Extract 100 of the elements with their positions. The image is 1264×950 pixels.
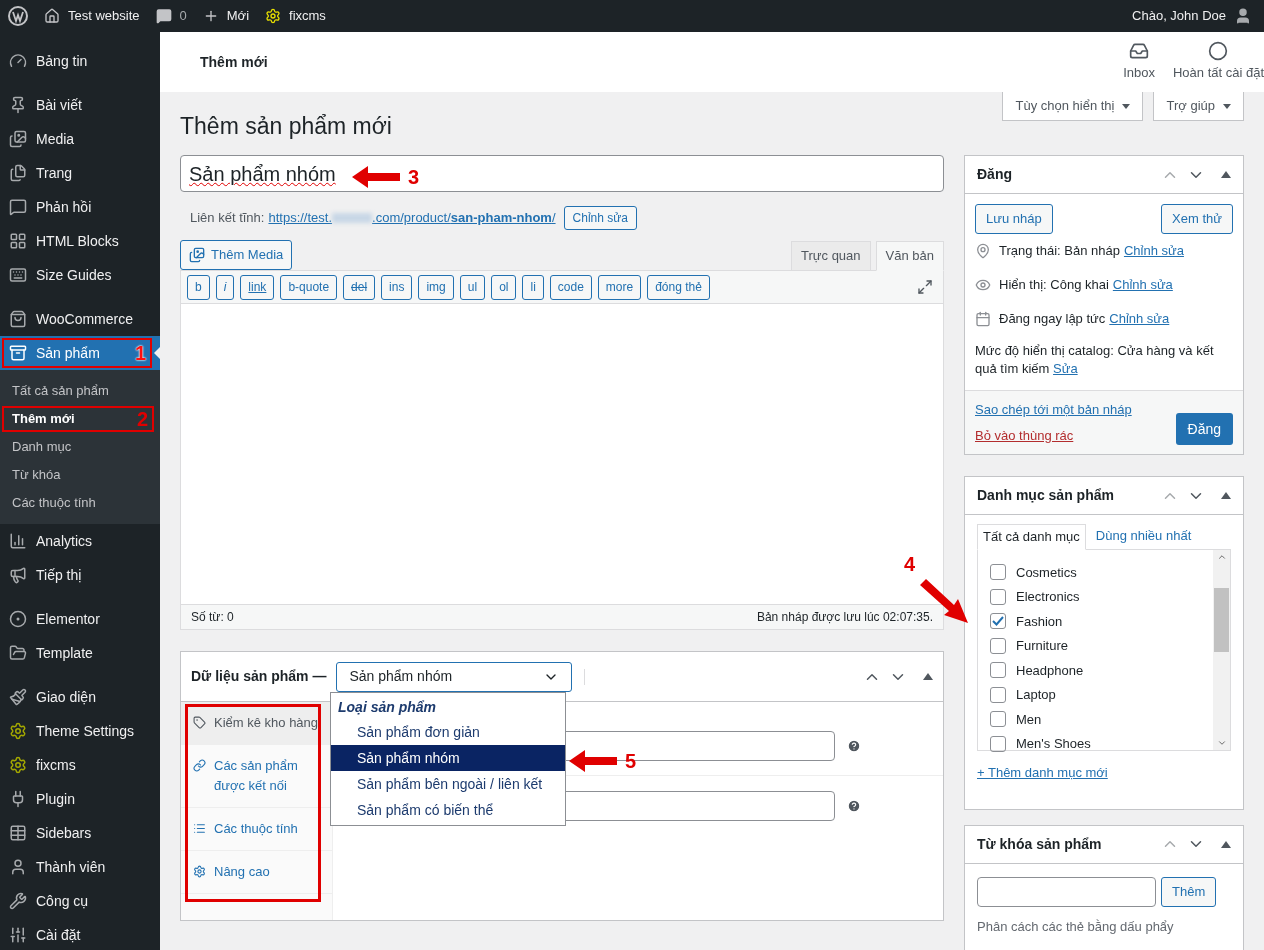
submenu-item[interactable]: Thêm mới 2	[0, 405, 160, 433]
copy-draft-link[interactable]: Sao chép tới một bản nháp	[975, 400, 1176, 420]
header-action[interactable]: Hoàn tất cài đặt	[1172, 41, 1264, 83]
edit-link[interactable]: Chỉnh sửa	[1112, 275, 1173, 295]
menu-item[interactable]: Template	[0, 636, 160, 670]
wrench-icon	[9, 892, 27, 910]
save-draft-button[interactable]: Lưu nháp	[975, 204, 1053, 234]
category-checkbox[interactable]	[990, 686, 1006, 703]
menu-item[interactable]: Theme Settings	[0, 714, 160, 748]
media-icon	[9, 130, 27, 148]
publish-button[interactable]: Đăng	[1175, 413, 1233, 445]
dropdown-option[interactable]: Sản phẩm bên ngoài / liên kết	[331, 771, 565, 797]
menu-item[interactable]: Bài viết	[0, 88, 160, 122]
format-button[interactable]: b-quote	[280, 274, 338, 300]
format-button[interactable]: del	[343, 274, 376, 300]
scrollbar[interactable]	[1213, 550, 1230, 750]
greeting-link[interactable]: Chào, John Doe	[1132, 6, 1226, 26]
menu-item[interactable]: Plugin	[0, 782, 160, 816]
dropdown-option[interactable]: Sản phẩm đơn giản	[331, 719, 565, 745]
scroll-up-icon[interactable]	[1216, 552, 1227, 562]
product-type-select[interactable]: Sản phẩm nhóm	[336, 661, 573, 692]
add-tag-button[interactable]: Thêm	[1161, 876, 1217, 907]
menu-item[interactable]: fixcms	[0, 748, 160, 782]
collapse-icon[interactable]	[1221, 492, 1231, 499]
submenu-item[interactable]: Từ khóa	[0, 461, 160, 489]
format-button[interactable]: img	[418, 274, 454, 300]
edit-link[interactable]: Sửa	[1053, 361, 1078, 376]
category-checkbox[interactable]	[990, 588, 1006, 605]
menu-item[interactable]: Thành viên	[0, 850, 160, 884]
category-checkbox[interactable]	[990, 735, 1006, 752]
dropdown-option[interactable]: Sản phẩm có biến thể	[331, 797, 565, 823]
menu-item[interactable]: WooCommerce	[0, 302, 160, 336]
editor-tab[interactable]: Văn bản	[875, 241, 944, 271]
category-checkbox[interactable]	[990, 613, 1006, 630]
editor-tab[interactable]: Trực quan	[791, 241, 871, 271]
menu-item[interactable]: Công cụ	[0, 884, 160, 918]
collapse-icon[interactable]	[923, 673, 933, 680]
screen-option-button[interactable]: Trợ giúp	[1153, 92, 1244, 121]
format-button[interactable]: more	[597, 274, 642, 300]
format-button[interactable]: i	[215, 274, 235, 300]
trash-link[interactable]: Bỏ vào thùng rác	[975, 425, 1176, 445]
menu-item[interactable]: Tiếp thị	[0, 558, 160, 592]
fullscreen-icon[interactable]	[917, 279, 933, 295]
megaphone-icon	[9, 566, 27, 584]
format-button[interactable]: đóng thẻ	[647, 274, 710, 300]
collapse-icon[interactable]	[1221, 840, 1231, 848]
scroll-down-icon[interactable]	[1216, 738, 1227, 748]
format-button[interactable]: ol	[491, 274, 517, 300]
format-button[interactable]: ins	[381, 274, 413, 300]
submenu-item[interactable]: Danh mục	[0, 433, 160, 461]
menu-item[interactable]: Size Guides	[0, 258, 160, 292]
product-data-tab[interactable]: Nâng cao	[181, 851, 332, 894]
add-category-link[interactable]: + Thêm danh mục mới	[977, 763, 1108, 783]
menu-item[interactable]: Phản hồi	[0, 190, 160, 224]
settings-icon[interactable]	[265, 8, 282, 24]
edit-link[interactable]: Chỉnh sửa	[1109, 309, 1170, 329]
menu-item[interactable]: Analytics	[0, 524, 160, 558]
menu-item[interactable]: Media	[0, 122, 160, 156]
category-checkbox[interactable]	[990, 637, 1006, 654]
permalink-link[interactable]: https://test. .com/product/san-pham-nhom/	[268, 208, 556, 228]
header-action[interactable]: Inbox	[1123, 41, 1155, 83]
format-button[interactable]: link	[240, 274, 275, 300]
user-icon[interactable]	[1234, 7, 1252, 25]
menu-item[interactable]: Giao diện	[0, 680, 160, 714]
comment-icon[interactable]	[155, 8, 172, 24]
home-icon[interactable]	[44, 8, 60, 24]
format-button[interactable]: b	[187, 274, 210, 300]
menu-item[interactable]: Cài đặt	[0, 918, 160, 950]
preview-button[interactable]: Xem thử	[1161, 204, 1233, 234]
menu-item[interactable]: Sidebars	[0, 816, 160, 850]
plugin-link[interactable]: fixcms	[289, 6, 326, 26]
menu-item[interactable]: Sản phẩm 1	[0, 336, 160, 370]
category-checkbox[interactable]	[990, 662, 1006, 679]
menu-item[interactable]: Bảng tin	[0, 44, 160, 78]
add-media-button[interactable]: Thêm Media	[180, 240, 293, 270]
format-button[interactable]: li	[522, 274, 544, 300]
format-button[interactable]: code	[549, 274, 592, 300]
menu-item[interactable]: HTML Blocks	[0, 224, 160, 258]
menu-item[interactable]: Trang	[0, 156, 160, 190]
menu-item[interactable]: Elementor	[0, 602, 160, 636]
edit-permalink-button[interactable]: Chỉnh sửa	[563, 206, 637, 230]
category-tab[interactable]: Tất cả danh mục	[977, 524, 1086, 550]
collapse-icon[interactable]	[1221, 171, 1231, 178]
new-link[interactable]: Mới	[226, 6, 250, 26]
circle-icon	[1208, 41, 1229, 62]
settings-icon	[193, 865, 206, 878]
category-checkbox[interactable]	[990, 564, 1006, 581]
format-button[interactable]: ul	[459, 274, 486, 300]
site-link[interactable]: Test website	[68, 6, 140, 26]
help-icon[interactable]	[847, 738, 861, 753]
tag-input-field[interactable]	[977, 876, 1156, 907]
check-icon	[992, 616, 1004, 627]
help-icon[interactable]	[847, 799, 861, 813]
category-tab[interactable]: Dùng nhiều nhất	[1085, 523, 1202, 549]
edit-link[interactable]: Chỉnh sửa	[1123, 241, 1184, 261]
submenu-item[interactable]: Các thuộc tính	[0, 489, 160, 517]
submenu-item[interactable]: Tất cả sản phẩm	[0, 377, 160, 405]
category-checkbox[interactable]	[990, 711, 1006, 728]
screen-option-button[interactable]: Tùy chọn hiển thị	[1002, 92, 1144, 121]
logo-icon[interactable]	[8, 6, 28, 26]
